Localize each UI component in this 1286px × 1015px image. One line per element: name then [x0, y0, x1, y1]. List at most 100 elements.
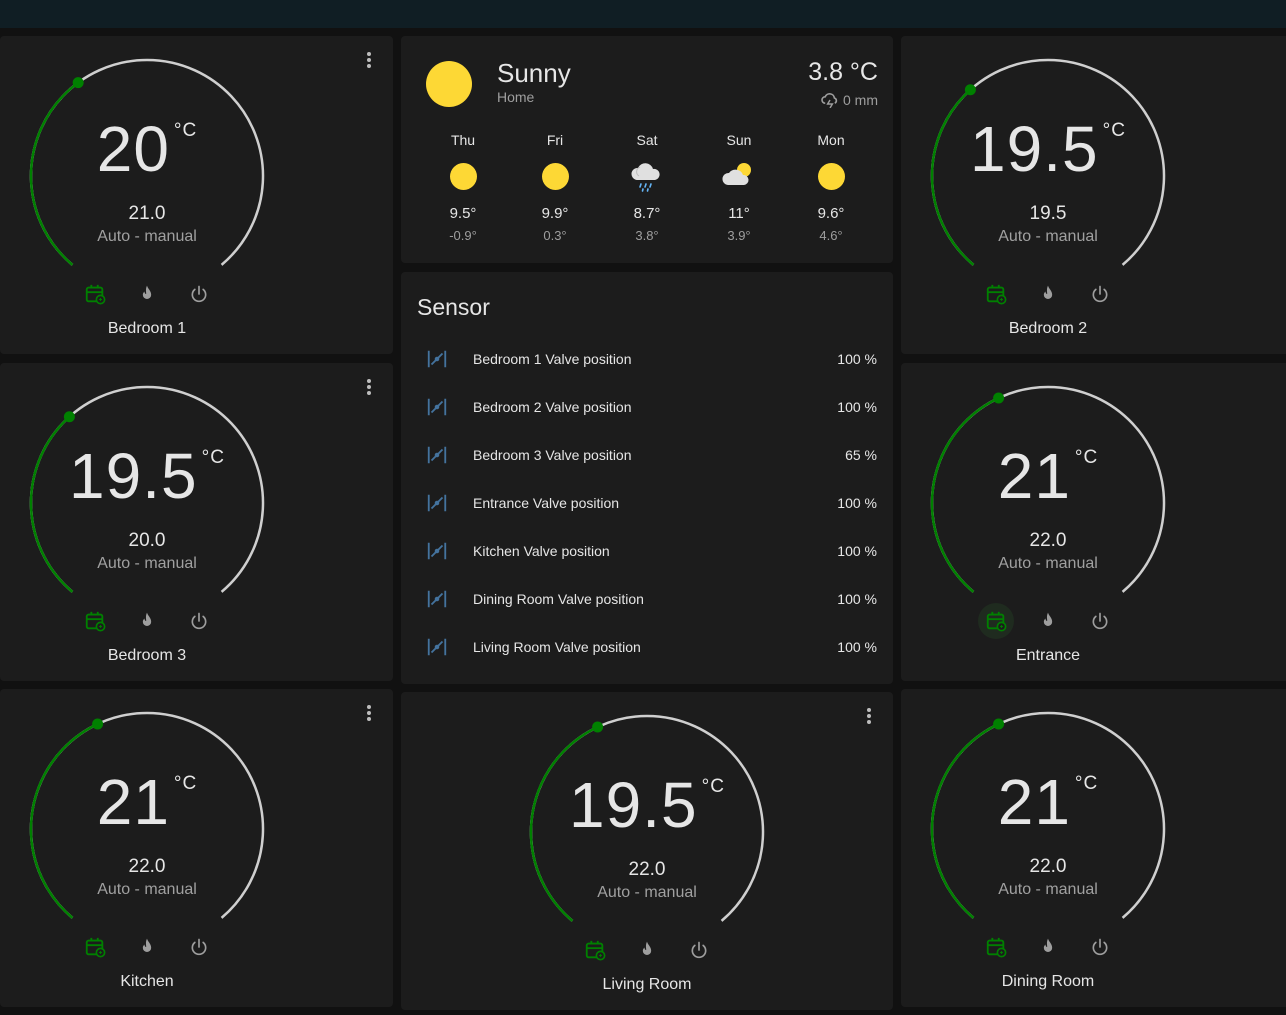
- mode-buttons: [0, 276, 294, 312]
- temperature-unit: °C: [701, 776, 725, 797]
- forecast-low: 4.6°: [819, 228, 843, 243]
- thermostat-card-dining-room[interactable]: 21 °C 22.0 Auto - manual Dining Room: [901, 689, 1286, 1007]
- mode-heat-button[interactable]: [1030, 276, 1066, 312]
- forecast-day-name: Sun: [726, 132, 752, 148]
- sensor-row[interactable]: Bedroom 2 Valve position 100 %: [425, 387, 877, 427]
- forecast-day: Mon 9.6° 4.6°: [785, 132, 877, 243]
- thermostat-card-living-room[interactable]: 19.5 °C 22.0 Auto - manual Living Room: [401, 692, 893, 1010]
- valve-icon: [425, 395, 449, 419]
- calendar-sync-icon: [84, 283, 106, 305]
- current-temperature: 21.0: [128, 203, 166, 224]
- forecast-day-name: Mon: [817, 132, 845, 148]
- mode-off-button[interactable]: [181, 276, 217, 312]
- dial-handle[interactable]: [63, 411, 75, 423]
- dial-handle[interactable]: [964, 84, 976, 96]
- target-temperature: 19.5 °C: [500, 768, 794, 842]
- mode-heat-button[interactable]: [129, 929, 165, 965]
- thermostat-card-bedroom-2[interactable]: 19.5 °C 19.5 Auto - manual Bedroom 2: [901, 36, 1286, 354]
- valve-icon: [425, 347, 449, 371]
- calendar-sync-icon: [84, 610, 106, 632]
- thermostat-name[interactable]: Living Room: [500, 976, 794, 994]
- dial-handle[interactable]: [592, 721, 604, 733]
- mode-auto-button[interactable]: [77, 929, 113, 965]
- mode-off-button[interactable]: [181, 929, 217, 965]
- precipitation: 0 mm: [820, 92, 878, 108]
- current-temperature: 3.8 °C: [808, 58, 878, 86]
- sensor-row[interactable]: Kitchen Valve position 100 %: [425, 531, 877, 571]
- thermostat-name[interactable]: Entrance: [901, 647, 1195, 665]
- forecast-high: 9.9°: [541, 205, 569, 222]
- fire-icon: [137, 283, 157, 305]
- thermostat-name[interactable]: Kitchen: [0, 973, 294, 991]
- sunny-icon: [426, 61, 472, 107]
- valve-icon: [425, 443, 449, 467]
- sensor-row[interactable]: Living Room Valve position 100 %: [425, 627, 877, 667]
- dial-handle[interactable]: [993, 718, 1005, 730]
- sensor-row[interactable]: Entrance Valve position 100 %: [425, 483, 877, 523]
- precipitation-value: 0 mm: [843, 92, 878, 108]
- mode-auto-button[interactable]: [577, 932, 613, 968]
- more-options-icon[interactable]: [359, 703, 379, 725]
- current-temperature: 22.0: [628, 859, 666, 880]
- mode-auto-button[interactable]: [77, 603, 113, 639]
- thermostat-name[interactable]: Bedroom 3: [0, 647, 294, 665]
- mode-auto-button[interactable]: [978, 276, 1014, 312]
- power-icon: [189, 611, 209, 631]
- more-options-icon[interactable]: [359, 377, 379, 399]
- sensor-label: Bedroom 2 Valve position: [473, 399, 632, 415]
- power-icon: [189, 937, 209, 957]
- sunny-icon: [449, 162, 477, 190]
- hvac-mode-label: Auto - manual: [97, 881, 197, 898]
- sensor-value: 65 %: [845, 447, 877, 463]
- mode-auto-button[interactable]: [77, 276, 113, 312]
- sensor-row[interactable]: Bedroom 1 Valve position 100 %: [425, 339, 877, 379]
- thermostat-card-entrance[interactable]: 21 °C 22.0 Auto - manual Entrance: [901, 363, 1286, 681]
- mode-heat-button[interactable]: [129, 276, 165, 312]
- forecast-day-name: Sat: [636, 132, 658, 148]
- sensor-label: Bedroom 1 Valve position: [473, 351, 632, 367]
- thermostat-card-bedroom-3[interactable]: 19.5 °C 20.0 Auto - manual Bedroom 3: [0, 363, 393, 681]
- mode-off-button[interactable]: [1082, 603, 1118, 639]
- sensor-row[interactable]: Dining Room Valve position 100 %: [425, 579, 877, 619]
- mode-off-button[interactable]: [1082, 929, 1118, 965]
- mode-off-button[interactable]: [1082, 276, 1118, 312]
- fire-icon: [1038, 610, 1058, 632]
- sensor-row[interactable]: Bedroom 3 Valve position 65 %: [425, 435, 877, 475]
- mode-off-button[interactable]: [681, 932, 717, 968]
- weather-location: Home: [497, 89, 535, 105]
- fire-icon: [137, 610, 157, 632]
- mode-buttons: [901, 603, 1195, 639]
- thermostat-name[interactable]: Dining Room: [901, 973, 1195, 991]
- mode-heat-button[interactable]: [629, 932, 665, 968]
- more-options-icon[interactable]: [359, 50, 379, 72]
- sensor-value: 100 %: [837, 351, 877, 367]
- temperature-unit: °C: [1102, 120, 1126, 141]
- mode-buttons: [0, 929, 294, 965]
- hvac-mode-label: Auto - manual: [597, 884, 697, 901]
- mode-auto-button[interactable]: [978, 929, 1014, 965]
- forecast-icon: [693, 152, 785, 200]
- temperature-unit: °C: [201, 447, 225, 468]
- thermostat-name[interactable]: Bedroom 2: [901, 320, 1195, 338]
- thermostat-name[interactable]: Bedroom 1: [0, 320, 294, 338]
- dial-handle[interactable]: [92, 718, 104, 730]
- current-temperature: 22.0: [128, 856, 166, 877]
- mode-auto-button[interactable]: [978, 603, 1014, 639]
- target-temperature-value: 21: [997, 766, 1071, 838]
- power-icon: [689, 940, 709, 960]
- mode-heat-button[interactable]: [1030, 929, 1066, 965]
- weather-card[interactable]: Sunny Home 3.8 °C 0 mm Thu 9.5° -0.9° Fr…: [401, 36, 893, 263]
- sunny-icon: [817, 162, 845, 190]
- forecast-day: Sun 11° 3.9°: [693, 132, 785, 243]
- top-app-bar: [0, 0, 1286, 28]
- calendar-sync-icon: [584, 939, 606, 961]
- thermostat-card-kitchen[interactable]: 21 °C 22.0 Auto - manual Kitchen: [0, 689, 393, 1007]
- more-options-icon[interactable]: [859, 706, 879, 728]
- mode-heat-button[interactable]: [1030, 603, 1066, 639]
- thermostat-card-bedroom-1[interactable]: 20 °C 21.0 Auto - manual Bedroom 1: [0, 36, 393, 354]
- temperature-unit: °C: [173, 773, 198, 794]
- mode-heat-button[interactable]: [129, 603, 165, 639]
- dial-handle[interactable]: [72, 77, 84, 89]
- mode-off-button[interactable]: [181, 603, 217, 639]
- dial-handle[interactable]: [993, 392, 1005, 404]
